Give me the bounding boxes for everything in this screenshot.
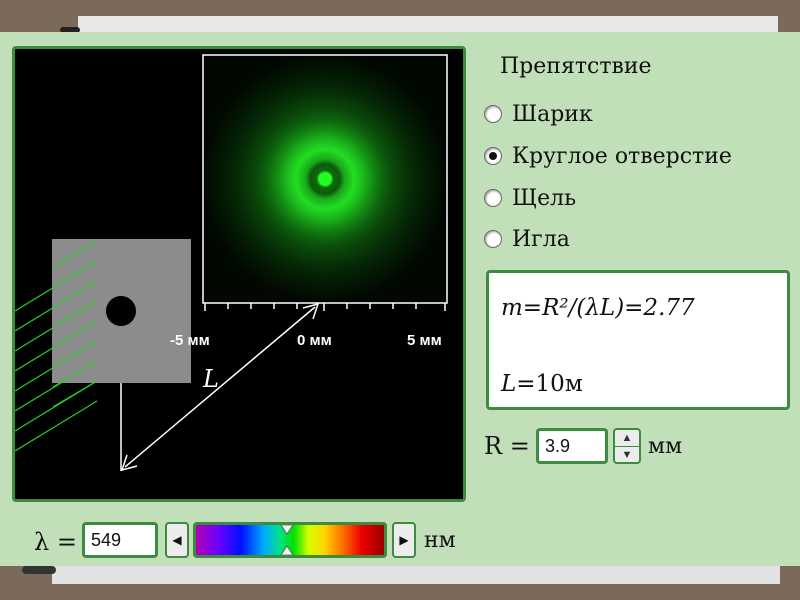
option-ball[interactable]: Шарик	[484, 100, 593, 128]
arrow-left-icon: ◀	[172, 533, 182, 547]
obstacle-disk	[106, 296, 136, 326]
stepper-down-icon[interactable]: ▼	[615, 446, 639, 462]
radio-icon[interactable]	[484, 105, 502, 123]
wavelength-decrease-button[interactable]: ◀	[165, 522, 189, 558]
wavelength-input[interactable]	[82, 522, 158, 558]
axis-ticks	[204, 303, 446, 311]
wavelength-spectrum-slider[interactable]	[193, 522, 387, 558]
background-paper-strip-bottom	[52, 566, 780, 584]
axis-tick-label-min: -5 мм	[170, 332, 210, 349]
distance-readout: L=10м	[501, 371, 583, 397]
radio-icon[interactable]	[484, 230, 502, 248]
slider-handle-icon[interactable]	[281, 525, 293, 555]
distance-variable: L	[501, 371, 517, 397]
wavelength-unit: нм	[424, 528, 456, 553]
stepper-up-icon[interactable]: ▲	[615, 430, 639, 446]
option-ball-label: Шарик	[512, 101, 593, 127]
wavelength-label: λ =	[34, 528, 77, 556]
distance-value: =10м	[516, 371, 583, 397]
fresnel-number-formula: m=R²/(λL)=2.77	[501, 295, 695, 321]
radius-input[interactable]	[536, 428, 608, 464]
wavelength-increase-button[interactable]: ▶	[392, 522, 416, 558]
arrow-right-icon: ▶	[399, 533, 409, 547]
option-needle-label: Игла	[512, 226, 570, 252]
option-slit-label: Щель	[512, 185, 577, 211]
radius-label: R =	[484, 432, 530, 460]
option-slit[interactable]: Щель	[484, 184, 576, 212]
radio-icon[interactable]	[484, 189, 502, 207]
axis-tick-label-max: 5 мм	[407, 332, 442, 349]
simulation-view: -5 мм 0 мм 5 мм L	[12, 46, 466, 502]
option-needle[interactable]: Игла	[484, 225, 570, 253]
radio-selected-icon[interactable]	[484, 147, 502, 165]
axis-tick-label-zero: 0 мм	[297, 332, 332, 349]
distance-label: L	[202, 365, 219, 393]
radius-unit: мм	[648, 434, 683, 459]
formula-box: m=R²/(λL)=2.77 L=10м	[486, 270, 790, 410]
applet-panel: -5 мм 0 мм 5 мм L Препятствие Шарик Круг…	[0, 32, 800, 566]
option-circular-aperture[interactable]: Круглое отверстие	[484, 142, 732, 170]
radius-stepper[interactable]: ▲ ▼	[613, 428, 641, 464]
paper-clip-bottom	[22, 566, 56, 574]
obstacle-title: Препятствие	[500, 54, 652, 79]
simulation-canvas: -5 мм 0 мм 5 мм L	[15, 54, 448, 472]
diffraction-pattern	[202, 54, 448, 304]
option-circular-aperture-label: Круглое отверстие	[512, 143, 732, 169]
